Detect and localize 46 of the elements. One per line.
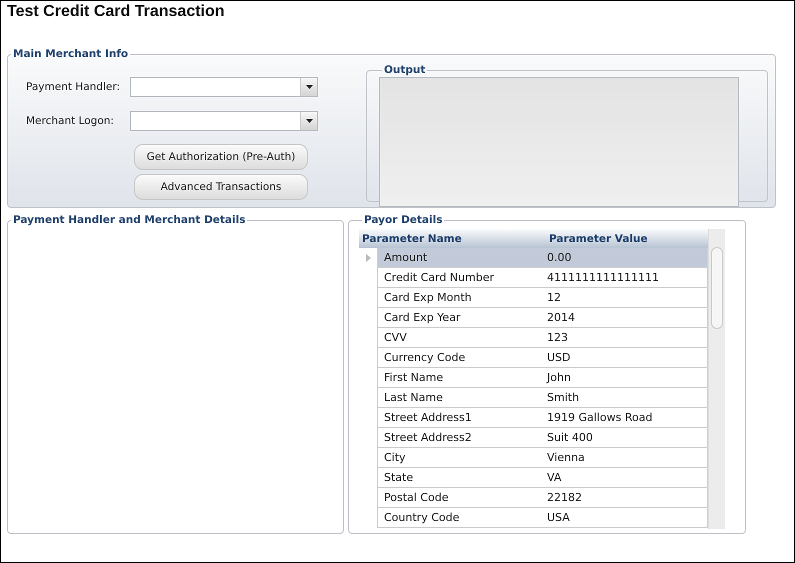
- table-row[interactable]: Credit Card Number 4111111111111111: [359, 268, 708, 288]
- field-label: Payment Handler:: [26, 81, 122, 93]
- row-pointer-icon: [366, 254, 370, 262]
- table-row[interactable]: City Vienna: [359, 448, 708, 468]
- table-cell: Credit Card Number: [377, 268, 543, 287]
- dropdown-field[interactable]: [130, 111, 318, 131]
- table-cell: Last Name: [377, 388, 543, 407]
- table-row[interactable]: CVV 123: [359, 328, 708, 348]
- column-header: Parameter Name: [361, 232, 463, 244]
- action-button[interactable]: Advanced Transactions: [134, 174, 308, 200]
- group-title: Payor Details: [363, 214, 444, 226]
- table-cell: Postal Code: [377, 488, 543, 507]
- scrollbar[interactable]: [708, 229, 725, 529]
- table-row[interactable]: Postal Code 22182: [359, 488, 708, 508]
- table-row[interactable]: Street Address2 Suit 400: [359, 428, 708, 448]
- table-row[interactable]: State VA: [359, 468, 708, 488]
- table-row[interactable]: Currency Code USD: [359, 348, 708, 368]
- table-cell: CVV: [377, 328, 543, 347]
- table-row[interactable]: First Name John: [359, 368, 708, 388]
- table-cell: Card Exp Year: [377, 308, 543, 327]
- table-cell: Amount: [377, 248, 543, 267]
- table-cell: First Name: [377, 368, 543, 387]
- table-row[interactable]: Amount 0.00: [359, 248, 708, 268]
- table-cell: Card Exp Month: [377, 288, 543, 307]
- table-row[interactable]: Card Exp Month 12: [359, 288, 708, 308]
- group-title: Output: [383, 64, 426, 76]
- table-cell: State: [377, 468, 543, 487]
- table-row[interactable]: Street Address1 1919 Gallows Road: [359, 408, 708, 428]
- caret-icon: [306, 85, 312, 89]
- column-header: Parameter Value: [549, 232, 648, 244]
- table-cell: Street Address2: [377, 428, 543, 447]
- group-title: Payment Handler and Merchant Details: [12, 214, 246, 226]
- table-cell: Country Code: [377, 508, 543, 527]
- table-row[interactable]: Card Exp Year 2014: [359, 308, 708, 328]
- table-cell: Currency Code: [377, 348, 543, 367]
- table-cell: City: [377, 448, 543, 467]
- caret-icon: [306, 119, 312, 123]
- window-title: Test Credit Card Transaction: [6, 2, 226, 22]
- table-row[interactable]: Last Name Smith: [359, 388, 708, 408]
- table-cell: 0.00: [543, 248, 708, 267]
- action-button[interactable]: Get Authorization (Pre-Auth): [134, 144, 308, 170]
- dropdown-field[interactable]: [130, 77, 318, 97]
- table-row[interactable]: Country Code USA: [359, 508, 708, 528]
- group-title: Main Merchant Info: [12, 48, 130, 60]
- field-label: Merchant Logon:: [26, 115, 115, 127]
- table-cell: Street Address1: [377, 408, 543, 427]
